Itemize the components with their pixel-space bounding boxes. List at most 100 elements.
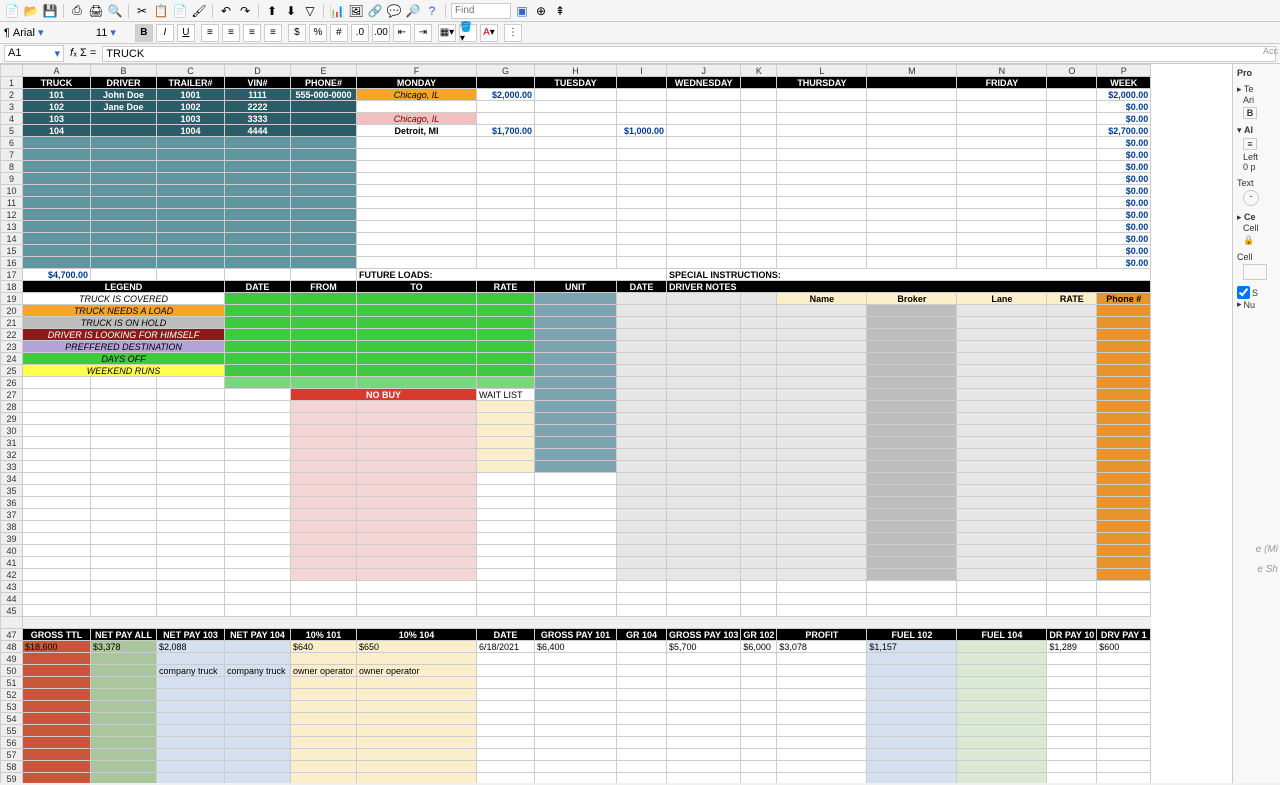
row-header[interactable]: 55: [1, 725, 23, 737]
cell[interactable]: [1097, 509, 1151, 521]
cell[interactable]: [617, 749, 667, 761]
cell[interactable]: [957, 377, 1047, 389]
cell[interactable]: GROSS PAY 103: [667, 629, 741, 641]
row-header[interactable]: 1: [1, 77, 23, 89]
cell[interactable]: [157, 761, 225, 773]
cell[interactable]: [777, 677, 867, 689]
cell[interactable]: [667, 341, 741, 353]
cell[interactable]: [357, 341, 477, 353]
cell[interactable]: [477, 137, 535, 149]
cell[interactable]: [291, 149, 357, 161]
cell[interactable]: [617, 221, 667, 233]
cell[interactable]: [867, 101, 957, 113]
cell[interactable]: [23, 689, 91, 701]
cell[interactable]: DATE: [617, 281, 667, 293]
cell[interactable]: [477, 737, 535, 749]
cell[interactable]: [741, 293, 777, 305]
cell[interactable]: [535, 473, 617, 485]
cell[interactable]: [957, 101, 1047, 113]
cell[interactable]: [957, 185, 1047, 197]
cell[interactable]: 104: [23, 125, 91, 137]
cell[interactable]: [1047, 509, 1097, 521]
cell[interactable]: [23, 545, 91, 557]
cell[interactable]: [535, 329, 617, 341]
preview-icon[interactable]: 🔍: [107, 3, 123, 19]
cell[interactable]: [91, 149, 157, 161]
cell[interactable]: [867, 125, 957, 137]
cell[interactable]: [777, 665, 867, 677]
cell[interactable]: [477, 473, 535, 485]
cell[interactable]: [741, 761, 777, 773]
cell[interactable]: [1047, 197, 1097, 209]
cell[interactable]: [617, 365, 667, 377]
cell[interactable]: [91, 677, 157, 689]
brush-icon[interactable]: 🖌: [191, 3, 207, 19]
find-up-icon[interactable]: ⇞: [552, 3, 568, 19]
cell[interactable]: [91, 473, 157, 485]
cell[interactable]: [157, 413, 225, 425]
cell[interactable]: WEDNESDAY: [667, 77, 741, 89]
cell[interactable]: FRIDAY: [957, 77, 1047, 89]
cell[interactable]: [617, 545, 667, 557]
cell[interactable]: [225, 269, 291, 281]
row-header[interactable]: 7: [1, 149, 23, 161]
cell[interactable]: [291, 305, 357, 317]
cell[interactable]: [357, 773, 477, 784]
cell[interactable]: [617, 665, 667, 677]
cell[interactable]: [957, 677, 1047, 689]
cell[interactable]: [535, 161, 617, 173]
cell[interactable]: [1097, 497, 1151, 509]
cell[interactable]: [777, 497, 867, 509]
cell[interactable]: [867, 389, 957, 401]
row-header[interactable]: 42: [1, 569, 23, 581]
cell[interactable]: [477, 305, 535, 317]
cell[interactable]: [1047, 161, 1097, 173]
cell[interactable]: [617, 413, 667, 425]
cell[interactable]: [741, 125, 777, 137]
col-header[interactable]: E: [291, 65, 357, 77]
cell[interactable]: [741, 461, 777, 473]
col-header[interactable]: P: [1097, 65, 1151, 77]
cell[interactable]: [741, 185, 777, 197]
cell[interactable]: [535, 725, 617, 737]
cell[interactable]: FUTURE LOADS:: [357, 269, 667, 281]
cell[interactable]: [741, 473, 777, 485]
cell[interactable]: [535, 377, 617, 389]
cell[interactable]: [357, 137, 477, 149]
cell[interactable]: [1047, 341, 1097, 353]
cell[interactable]: [617, 773, 667, 784]
cell[interactable]: DRIVER: [91, 77, 157, 89]
cell[interactable]: [867, 497, 957, 509]
cell[interactable]: [957, 701, 1047, 713]
cell[interactable]: [291, 245, 357, 257]
cell[interactable]: [225, 605, 291, 617]
cell[interactable]: [957, 233, 1047, 245]
cell[interactable]: [617, 233, 667, 245]
image-icon[interactable]: 🖼: [348, 3, 364, 19]
cell[interactable]: [777, 713, 867, 725]
cell[interactable]: [667, 497, 741, 509]
export-icon[interactable]: ⎙: [69, 3, 85, 19]
chart-icon[interactable]: 📊: [329, 3, 345, 19]
cell[interactable]: [777, 221, 867, 233]
cell[interactable]: [157, 737, 225, 749]
cell[interactable]: [357, 449, 477, 461]
cell[interactable]: $0.00: [1097, 113, 1151, 125]
cell[interactable]: [477, 545, 535, 557]
row-header[interactable]: 4: [1, 113, 23, 125]
cell[interactable]: [91, 701, 157, 713]
cell[interactable]: Chicago, IL: [357, 89, 477, 101]
cell[interactable]: [535, 581, 617, 593]
cell[interactable]: [667, 737, 741, 749]
cell[interactable]: [157, 773, 225, 784]
cell[interactable]: [477, 209, 535, 221]
cell[interactable]: [535, 353, 617, 365]
col-header[interactable]: M: [867, 65, 957, 77]
col-header[interactable]: O: [1047, 65, 1097, 77]
cell[interactable]: [957, 749, 1047, 761]
cell[interactable]: [535, 101, 617, 113]
cell[interactable]: [741, 509, 777, 521]
cell[interactable]: [23, 581, 91, 593]
cell[interactable]: [867, 77, 957, 89]
cell[interactable]: [157, 449, 225, 461]
